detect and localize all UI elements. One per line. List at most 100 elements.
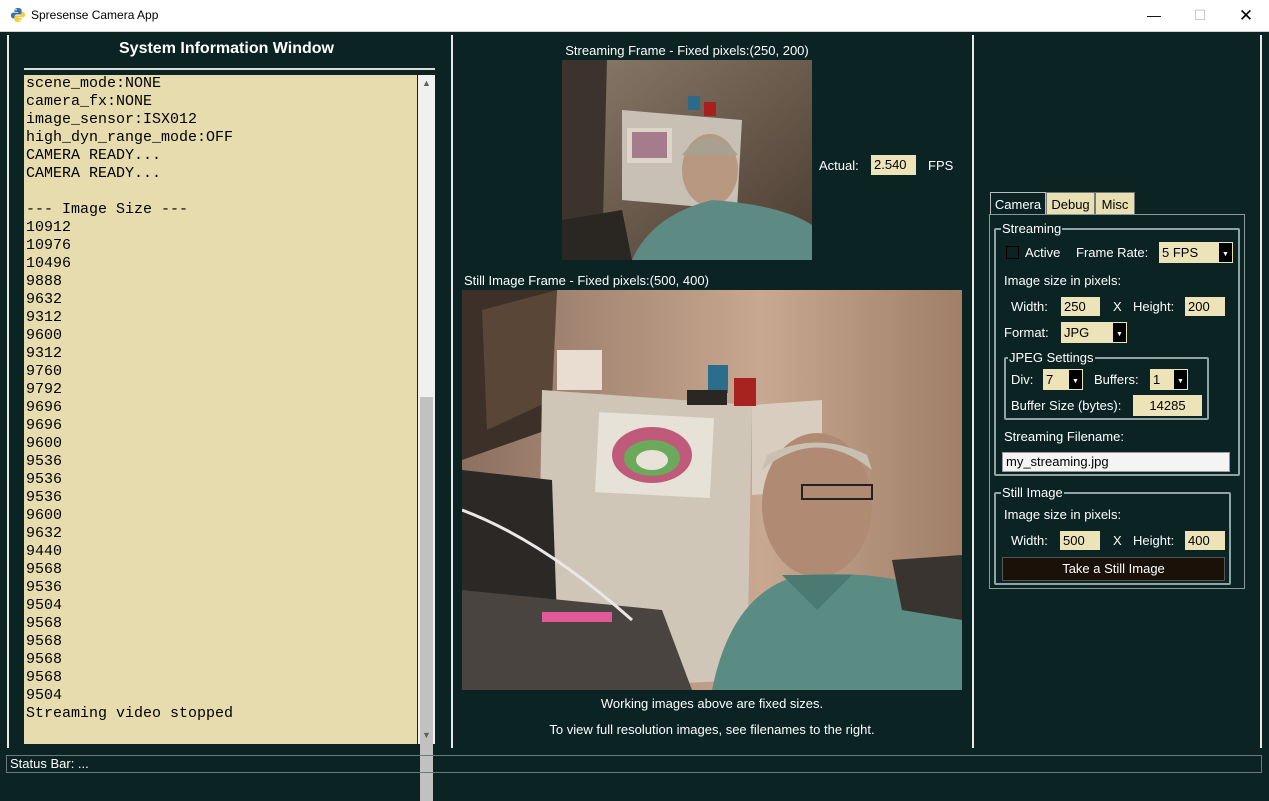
log-line: 9792 — [26, 381, 63, 398]
log-line: 9600 — [26, 507, 63, 524]
still-width-field[interactable]: 500 — [1060, 531, 1100, 550]
streaming-filename-label: Streaming Filename: — [1004, 429, 1124, 444]
chevron-down-icon[interactable]: ▼ — [1174, 370, 1187, 389]
tab-misc[interactable]: Misc — [1095, 192, 1135, 215]
system-info-log[interactable]: scene_mode:NONE camera_fx:NONE image_senso… — [24, 75, 417, 744]
log-line: 9568 — [26, 669, 63, 686]
format-select[interactable]: JPG ▼ — [1061, 322, 1127, 343]
log-line: 9504 — [26, 597, 63, 614]
maximize-button[interactable]: ☐ — [1177, 0, 1223, 31]
log-line: 10912 — [26, 219, 72, 236]
window-title: Spresense Camera App — [31, 8, 159, 22]
still-height-label: Height: — [1133, 533, 1175, 548]
format-label: Format: — [1004, 325, 1049, 340]
div-label: Div: — [1011, 372, 1034, 387]
div-select[interactable]: 7 ▼ — [1043, 369, 1083, 390]
log-line: 9888 — [26, 273, 63, 290]
python-app-icon — [11, 8, 25, 22]
log-line: 9312 — [26, 309, 63, 326]
still-frame-label: Still Image Frame - Fixed pixels:(500, 4… — [464, 273, 709, 288]
fps-actual-label: Actual: — [819, 158, 859, 173]
log-line: high_dyn_range_mode:OFF — [26, 129, 234, 146]
streaming-x-label: X — [1113, 299, 1122, 314]
log-line: 9536 — [26, 471, 63, 488]
chevron-down-icon[interactable]: ▼ — [1113, 323, 1126, 342]
chevron-down-icon[interactable]: ▼ — [1219, 243, 1232, 262]
log-line: 9568 — [26, 561, 63, 578]
log-line: --- Image Size --- — [26, 201, 189, 218]
log-line: camera_fx:NONE — [26, 93, 153, 110]
log-line: 9632 — [26, 525, 63, 542]
fixed-size-caption: Working images above are fixed sizes. — [600, 696, 824, 711]
log-line: Streaming video stopped — [26, 705, 234, 722]
streaming-height-field[interactable]: 200 — [1185, 297, 1225, 316]
log-line: 9568 — [26, 633, 63, 650]
log-line: 9536 — [26, 453, 63, 470]
tab-debug[interactable]: Debug — [1046, 192, 1095, 215]
status-bar: Status Bar: ... — [6, 755, 1262, 773]
streaming-height-label: Height: — [1133, 299, 1175, 314]
log-line: CAMERA READY... — [26, 147, 162, 164]
format-value: JPG — [1064, 325, 1090, 340]
streaming-active-checkbox[interactable] — [1006, 246, 1019, 259]
frame-left-border — [7, 35, 9, 748]
log-line: 9632 — [26, 291, 63, 308]
frame-divider-2 — [972, 35, 974, 748]
buffers-value: 1 — [1153, 372, 1161, 387]
title-divider — [24, 68, 435, 70]
still-x-label: X — [1113, 533, 1122, 548]
log-scrollbar[interactable]: ▲ ▼ — [418, 75, 435, 801]
log-line: 9696 — [26, 417, 63, 434]
streaming-frame-image — [562, 60, 812, 260]
log-line: scene_mode:NONE — [26, 75, 162, 92]
streaming-width-field[interactable]: 250 — [1061, 297, 1100, 316]
jpeg-settings-legend: JPEG Settings — [1008, 350, 1095, 365]
streaming-width-label: Width: — [1011, 299, 1048, 314]
log-line: 9760 — [26, 363, 63, 380]
log-line: CAMERA READY... — [26, 165, 162, 182]
active-label: Active — [1025, 245, 1061, 260]
scroll-up-arrow-icon[interactable]: ▲ — [418, 75, 435, 92]
full-resolution-caption: To view full resolution images, see file… — [549, 722, 875, 737]
streaming-frame-label: Streaming Frame - Fixed pixels:(250, 200… — [565, 43, 809, 58]
still-frame-image — [462, 290, 962, 690]
log-line: 9696 — [26, 399, 63, 416]
buffer-size-value: 14285 — [1133, 395, 1202, 416]
buffers-label: Buffers: — [1094, 372, 1139, 387]
log-line: 9536 — [26, 579, 63, 596]
log-line: image_sensor:ISX012 — [26, 111, 198, 128]
log-line: 9600 — [26, 327, 63, 344]
still-height-field[interactable]: 400 — [1185, 531, 1225, 550]
log-line: 9600 — [26, 435, 63, 452]
take-still-image-button[interactable]: Take a Still Image — [1002, 557, 1225, 581]
log-line: 9440 — [26, 543, 63, 560]
close-button[interactable]: ✕ — [1223, 0, 1269, 31]
fps-actual-value: 2.540 — [871, 155, 916, 175]
minimize-button[interactable]: — — [1131, 0, 1177, 31]
frame-divider-1 — [451, 35, 453, 748]
log-line: 9312 — [26, 345, 63, 362]
fps-unit-label: FPS — [928, 158, 954, 173]
frame-rate-select[interactable]: 5 FPS ▼ — [1159, 242, 1233, 263]
log-line: 9568 — [26, 651, 63, 668]
streaming-group-legend: Streaming — [1001, 221, 1063, 236]
frame-rate-value: 5 FPS — [1162, 245, 1199, 260]
buffers-select[interactable]: 1 ▼ — [1150, 369, 1188, 390]
streaming-filename-input[interactable]: my_streaming.jpg — [1002, 452, 1230, 472]
buffer-size-label: Buffer Size (bytes): — [1011, 398, 1122, 413]
log-line: 10496 — [26, 255, 72, 272]
scroll-down-arrow-icon[interactable]: ▼ — [418, 727, 435, 744]
streaming-size-label: Image size in pixels: — [1004, 273, 1122, 288]
still-image-legend: Still Image — [1001, 485, 1064, 500]
chevron-down-icon[interactable]: ▼ — [1069, 370, 1082, 389]
system-info-title: System Information Window — [119, 40, 334, 57]
still-size-label: Image size in pixels: — [1004, 507, 1122, 522]
still-width-label: Width: — [1011, 533, 1048, 548]
tab-camera[interactable]: Camera — [990, 192, 1046, 215]
log-line: 9536 — [26, 489, 63, 506]
title-bar: Spresense Camera App — ☐ ✕ — [0, 0, 1269, 32]
log-line: 10976 — [26, 237, 72, 254]
div-value: 7 — [1046, 372, 1054, 387]
log-line: 9504 — [26, 687, 63, 704]
